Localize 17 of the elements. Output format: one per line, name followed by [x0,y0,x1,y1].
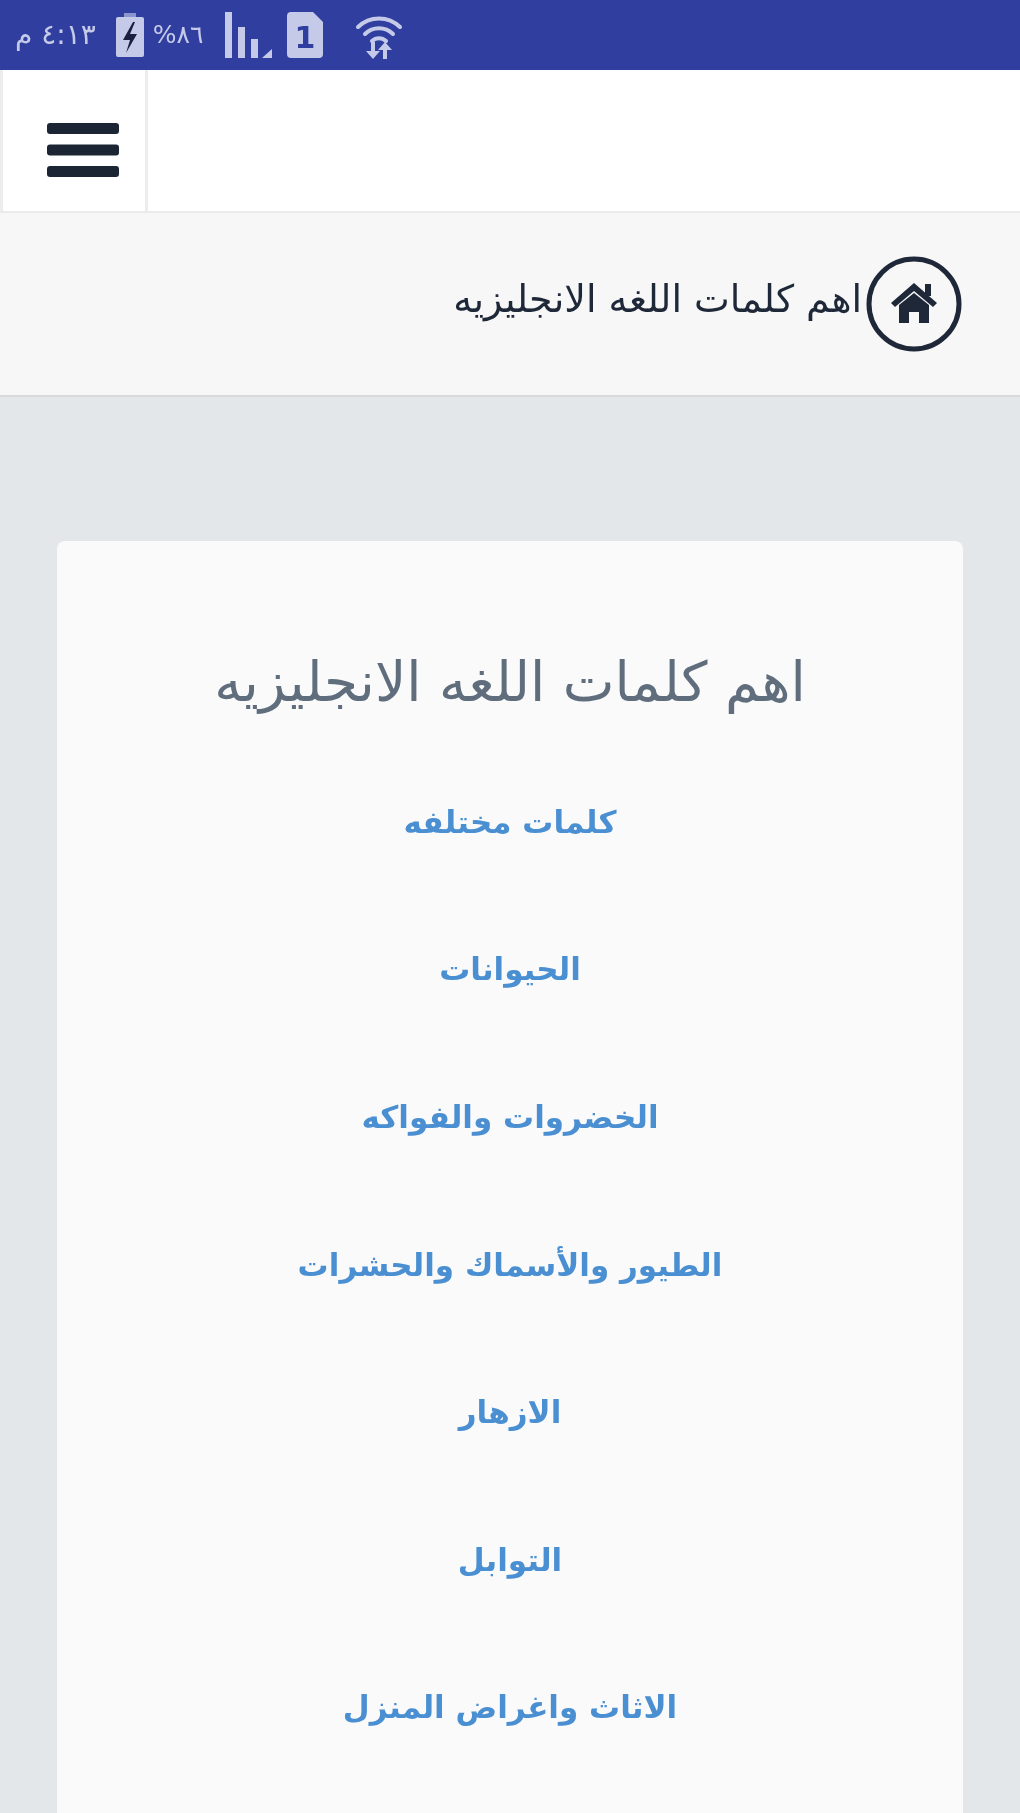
topic-link[interactable]: الازهار [458,1391,562,1434]
topic-link[interactable]: الحيوانات [439,948,581,991]
sim-card-icon: 1 [287,12,324,58]
signal-icon [225,12,273,58]
topic-link[interactable]: الاثاث واغراض المنزل [342,1686,678,1729]
battery-icon [115,13,144,57]
topic-link[interactable]: الطيور والأسماك والحشرات [297,1243,723,1286]
menu-icon [47,122,119,177]
card-title: اهم كلمات اللغه الانجليزيه [214,650,806,714]
status-time: ٤:١٣ م [15,18,96,52]
breadcrumb-title: اهم كلمات اللغه الانجليزيه [453,276,862,323]
topic-link[interactable]: التوابل [457,1538,563,1581]
topic-link[interactable]: كلمات مختلفه [403,800,617,843]
topic-link[interactable]: الخضروات والفواكه [361,1096,659,1138]
home-icon[interactable] [866,256,962,352]
battery-percent: %٨٦ [152,19,204,51]
menu-button[interactable] [0,70,148,211]
